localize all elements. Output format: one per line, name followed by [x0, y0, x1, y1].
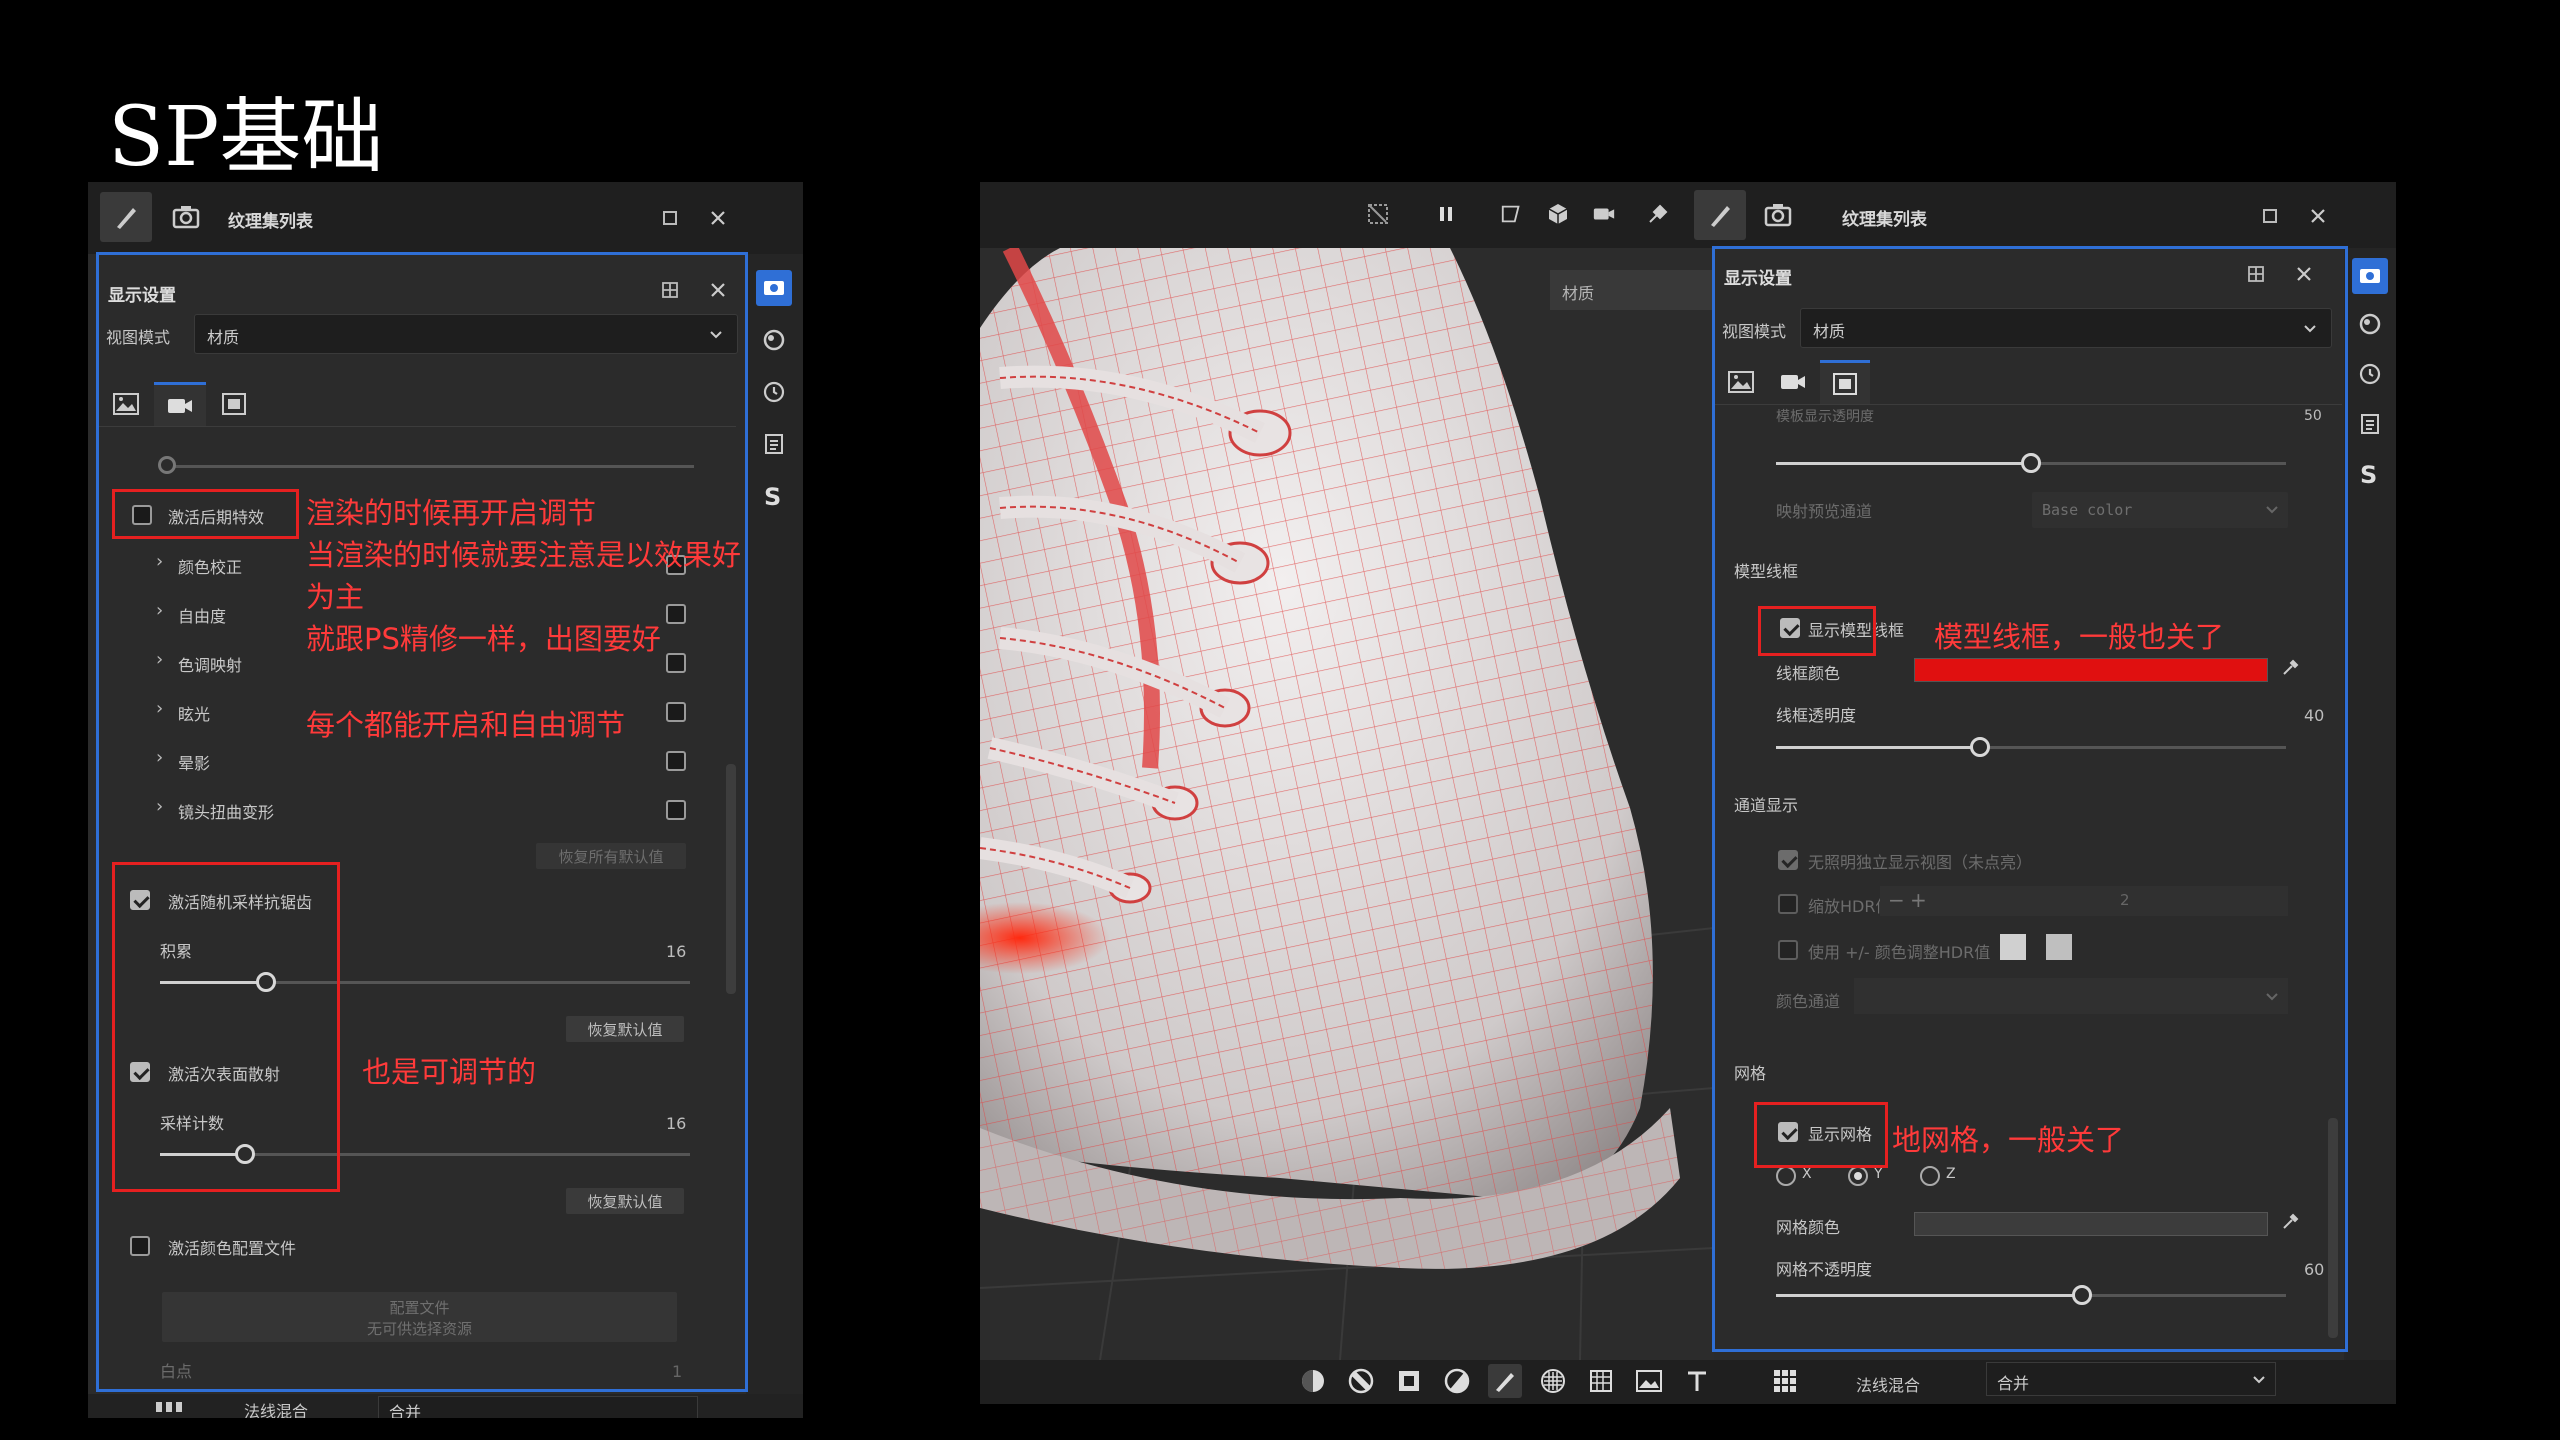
right-sidebar: S: [2346, 248, 2396, 1360]
environment-icon[interactable]: [2352, 306, 2388, 342]
history-icon[interactable]: [756, 374, 792, 410]
show-grid-highlight: [1754, 1102, 1888, 1168]
slide-title: SP基础: [108, 90, 384, 185]
smart-mask-icon[interactable]: [1344, 1364, 1378, 1398]
pattern-icon[interactable]: [1536, 1364, 1570, 1398]
log-icon[interactable]: [2352, 406, 2388, 442]
chevron-down-icon: [2253, 1376, 2265, 1384]
boot-model: [980, 248, 1714, 1360]
texture-set-list-tab[interactable]: 纹理集列表: [228, 207, 313, 232]
log-icon[interactable]: [756, 426, 792, 462]
substance-icon[interactable]: S: [2352, 456, 2388, 492]
post-fx-highlight: [112, 489, 299, 539]
annotation-wireframe-off: 模型线框，一般也关了: [1934, 620, 2225, 654]
brush-tab[interactable]: [100, 192, 152, 242]
camera-icon: [172, 206, 200, 229]
text-icon[interactable]: [1680, 1364, 1714, 1398]
pause-icon[interactable]: [1434, 202, 1458, 226]
camera-icon: [1764, 204, 1792, 227]
annotation-grid-off: 地网格，一般关了: [1892, 1123, 2125, 1157]
annotation-render-enable: 渲染的时候再开启调节: [306, 496, 597, 530]
aa-sss-highlight: [112, 862, 340, 1192]
svg-text:S: S: [764, 483, 781, 509]
annotation-render-note-2: 为主: [306, 580, 365, 614]
annotation-ps-analogy: 就跟PS精修一样，出图要好: [306, 622, 661, 656]
normal-blend-value: 合并: [1997, 1374, 2030, 1393]
grid-uv-icon[interactable]: [1584, 1364, 1618, 1398]
cube-icon[interactable]: [1546, 202, 1570, 226]
svg-text:S: S: [2360, 461, 2377, 487]
display-settings-icon[interactable]: [756, 270, 792, 306]
hide-icon[interactable]: [1366, 202, 1390, 226]
normal-blend-label: 法线混合: [244, 1402, 309, 1418]
left-bottom-bar: 法线混合 合并: [88, 1394, 803, 1418]
viewport-toolbar: 纹理集列表: [980, 182, 2396, 248]
paint-brush-icon[interactable]: [1488, 1364, 1522, 1398]
right-close-icon[interactable]: [2306, 204, 2330, 228]
light-icon[interactable]: [1646, 202, 1670, 226]
environment-icon[interactable]: [756, 322, 792, 358]
filter-icon[interactable]: [1440, 1364, 1474, 1398]
left-panel-border: [96, 252, 748, 1392]
normal-blend-value: 合并: [389, 1403, 422, 1418]
right-texture-set-list-tab[interactable]: 纹理集列表: [1842, 205, 1927, 230]
material-sphere-icon[interactable]: [1296, 1364, 1330, 1398]
brush-icon: [1711, 206, 1730, 227]
left-window: 纹理集列表 S 显示设置 视图模式 材质 激活后期特效 › 颜色校正 › 自由度…: [88, 182, 803, 1418]
left-sidebar: S: [746, 254, 803, 1418]
brush-icon: [117, 208, 136, 229]
left-tabbar: 纹理集列表: [88, 182, 803, 254]
viewport-3d[interactable]: 材质: [980, 248, 1714, 1360]
normal-blend-select[interactable]: 合并: [378, 1396, 698, 1418]
camera-tab[interactable]: [160, 192, 212, 242]
close-icon[interactable]: [706, 206, 730, 230]
float-icon[interactable]: [658, 206, 682, 230]
right-camera-tab[interactable]: [1752, 190, 1804, 240]
viewport-camera-icon[interactable]: [1592, 202, 1616, 226]
annotation-render-note: 当渲染的时候就要注意是以效果好: [306, 538, 742, 572]
right-brush-tab[interactable]: [1694, 190, 1746, 240]
right-float-icon[interactable]: [2258, 204, 2282, 228]
apps-grid-icon[interactable]: [1768, 1364, 1802, 1398]
annotation-each-adjustable: 每个都能开启和自由调节: [306, 708, 626, 742]
image-icon[interactable]: [1632, 1364, 1666, 1398]
slide: SP基础 纹理集列表 S 显示设置 视图模式 材质 激活后期特效 › 颜色校正 …: [0, 0, 2560, 1440]
show-wireframe-highlight: [1758, 606, 1876, 656]
right-window: 纹理集列表 材质 S 显示设置 视图模式 材质 模板显示透明度 50 映射预览通…: [980, 182, 2396, 1404]
normal-blend-select[interactable]: 合并: [1986, 1362, 2276, 1396]
square-icon[interactable]: [1392, 1364, 1426, 1398]
annotation-also-adjustable: 也是可调节的: [362, 1055, 537, 1089]
history-icon[interactable]: [2352, 356, 2388, 392]
selection-icon[interactable]: [1500, 202, 1524, 226]
right-panel-border: [1712, 246, 2348, 1352]
viewport-material-label: 材质: [1550, 270, 1714, 310]
display-settings-icon[interactable]: [2352, 258, 2388, 294]
normal-blend-label: 法线混合: [1856, 1376, 1921, 1395]
grid-menu-icon[interactable]: [156, 1402, 186, 1412]
substance-icon[interactable]: S: [756, 478, 792, 514]
